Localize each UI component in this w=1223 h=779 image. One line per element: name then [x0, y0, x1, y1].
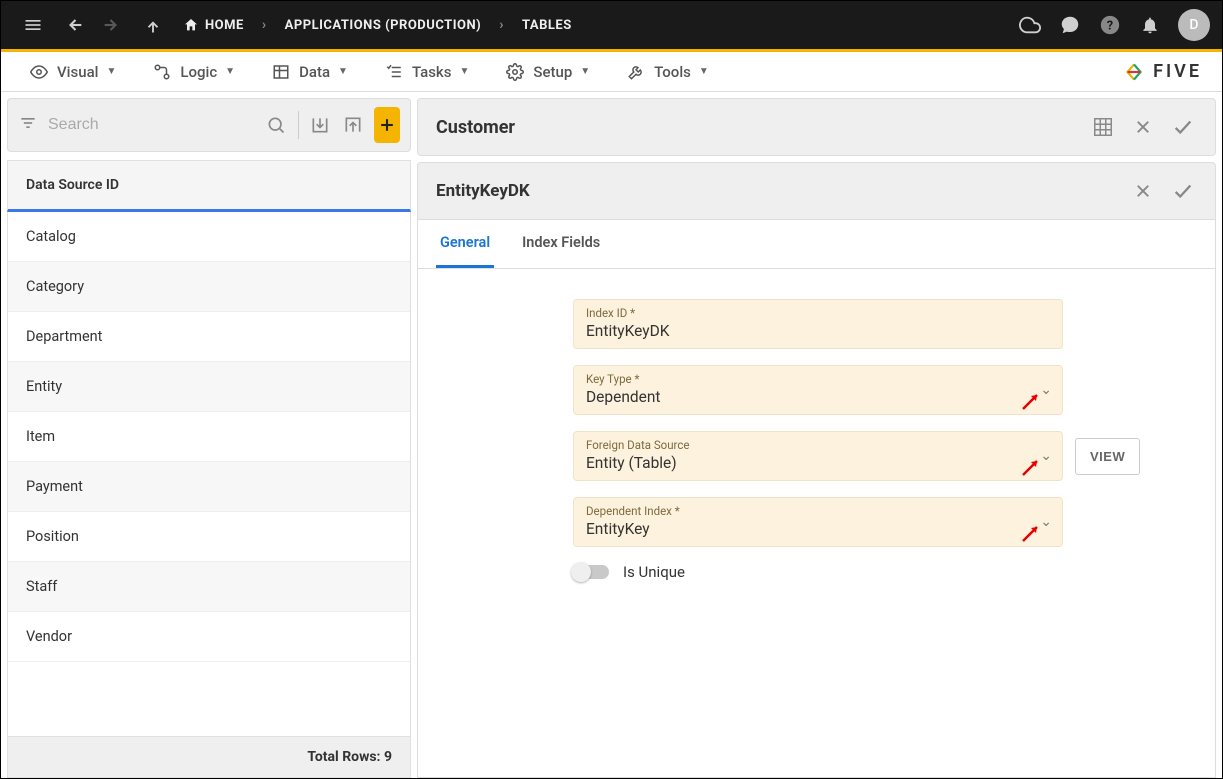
menu-setup-label: Setup — [533, 63, 572, 81]
list-item[interactable]: Item — [8, 412, 410, 462]
dependent-index-field[interactable]: Dependent Index * EntityKey ⌄ — [573, 497, 1063, 547]
list-item[interactable]: Payment — [8, 462, 410, 512]
up-icon[interactable] — [139, 11, 167, 39]
avatar[interactable]: D — [1178, 9, 1210, 41]
data-source-header: Data Source ID — [7, 160, 411, 212]
is-unique-toggle[interactable] — [573, 565, 609, 579]
tab-index-fields[interactable]: Index Fields — [518, 220, 604, 268]
sidebar: Data Source ID Catalog Category Departme… — [7, 98, 411, 778]
close-icon[interactable] — [1129, 177, 1157, 205]
chevron-down-icon: ⌄ — [1040, 448, 1052, 464]
foreign-data-source-field[interactable]: Foreign Data Source Entity (Table) ⌄ — [573, 431, 1063, 481]
menu-visual-label: Visual — [57, 63, 98, 81]
close-icon[interactable] — [1129, 113, 1157, 141]
grid-icon[interactable] — [1089, 113, 1117, 141]
dependent-index-label: Dependent Index * — [586, 504, 1026, 518]
breadcrumb-home[interactable]: HOME — [183, 17, 244, 33]
detail-panel: Customer EntityKeyDK General In — [417, 98, 1216, 778]
tabs: General Index Fields — [417, 220, 1216, 269]
menu-tools-label: Tools — [654, 63, 691, 81]
svg-text:?: ? — [1107, 19, 1113, 34]
check-icon[interactable] — [1169, 113, 1197, 141]
brand-logo: FIVE — [1121, 59, 1202, 85]
help-icon[interactable]: ? — [1096, 11, 1124, 39]
list-item[interactable]: Staff — [8, 562, 410, 612]
index-id-value: EntityKeyDK — [586, 322, 1050, 340]
chevron-right-icon: › — [499, 17, 504, 33]
cloud-icon[interactable] — [1016, 11, 1044, 39]
menu-setup[interactable]: Setup▼ — [487, 63, 608, 81]
back-icon[interactable] — [59, 11, 87, 39]
key-type-field[interactable]: Key Type * Dependent ⌄ — [573, 365, 1063, 415]
main: Data Source ID Catalog Category Departme… — [1, 92, 1222, 778]
chat-icon[interactable] — [1056, 11, 1084, 39]
search-icon[interactable] — [265, 109, 288, 141]
breadcrumb-home-label: HOME — [205, 18, 244, 33]
add-button[interactable] — [374, 107, 400, 143]
index-id-label: Index ID * — [586, 306, 1050, 320]
chevron-down-icon: ⌄ — [1040, 514, 1052, 530]
import-icon[interactable] — [309, 109, 332, 141]
menu-data[interactable]: Data▼ — [253, 63, 366, 81]
search-row — [7, 98, 411, 152]
menu-logic-label: Logic — [180, 63, 217, 81]
brand-label: FIVE — [1153, 61, 1202, 82]
menu-visual[interactable]: Visual▼ — [11, 63, 134, 81]
chevron-right-icon: › — [262, 17, 267, 33]
breadcrumb: HOME › APPLICATIONS (PRODUCTION) › TABLE… — [183, 17, 572, 33]
forward-icon — [99, 11, 127, 39]
menubar: Visual▼ Logic▼ Data▼ Tasks▼ Setup▼ Tools… — [1, 52, 1222, 92]
chevron-down-icon: ⌄ — [1040, 382, 1052, 398]
index-id-field[interactable]: Index ID * EntityKeyDK — [573, 299, 1063, 349]
topbar: HOME › APPLICATIONS (PRODUCTION) › TABLE… — [1, 1, 1222, 49]
export-icon[interactable] — [341, 109, 364, 141]
data-source-list: Catalog Category Department Entity Item … — [7, 212, 411, 737]
filter-icon[interactable] — [18, 113, 38, 137]
menu-tasks[interactable]: Tasks▼ — [366, 63, 487, 81]
bell-icon[interactable] — [1136, 11, 1164, 39]
key-type-value: Dependent — [586, 388, 1026, 406]
sub-title: EntityKeyDK — [436, 181, 530, 201]
foreign-ds-value: Entity (Table) — [586, 454, 1026, 472]
panel-header: Customer — [417, 98, 1216, 156]
sub-header: EntityKeyDK — [417, 162, 1216, 220]
tab-general[interactable]: General — [436, 220, 494, 268]
menu-data-label: Data — [299, 63, 330, 81]
menu-tools[interactable]: Tools▼ — [608, 63, 727, 81]
list-item[interactable]: Position — [8, 512, 410, 562]
menu-icon[interactable] — [19, 11, 47, 39]
total-rows: Total Rows: 9 — [7, 737, 411, 778]
search-input[interactable] — [48, 116, 255, 134]
list-item[interactable]: Vendor — [8, 612, 410, 662]
panel-title: Customer — [436, 117, 515, 138]
divider — [298, 111, 299, 139]
list-item[interactable]: Department — [8, 312, 410, 362]
menu-tasks-label: Tasks — [412, 63, 452, 81]
breadcrumb-segment-1[interactable]: TABLES — [522, 18, 572, 33]
view-button[interactable]: VIEW — [1075, 438, 1140, 475]
list-item[interactable]: Entity — [8, 362, 410, 412]
list-item[interactable]: Category — [8, 262, 410, 312]
form-area: Index ID * EntityKeyDK Key Type * Depend… — [417, 269, 1216, 778]
menu-logic[interactable]: Logic▼ — [134, 63, 253, 81]
list-item[interactable]: Catalog — [8, 212, 410, 262]
breadcrumb-segment-0[interactable]: APPLICATIONS (PRODUCTION) — [285, 18, 482, 33]
check-icon[interactable] — [1169, 177, 1197, 205]
is-unique-label: Is Unique — [623, 563, 685, 581]
key-type-label: Key Type * — [586, 372, 1026, 386]
is-unique-row: Is Unique — [573, 563, 1195, 581]
dependent-index-value: EntityKey — [586, 520, 1026, 538]
foreign-ds-label: Foreign Data Source — [586, 438, 1026, 452]
